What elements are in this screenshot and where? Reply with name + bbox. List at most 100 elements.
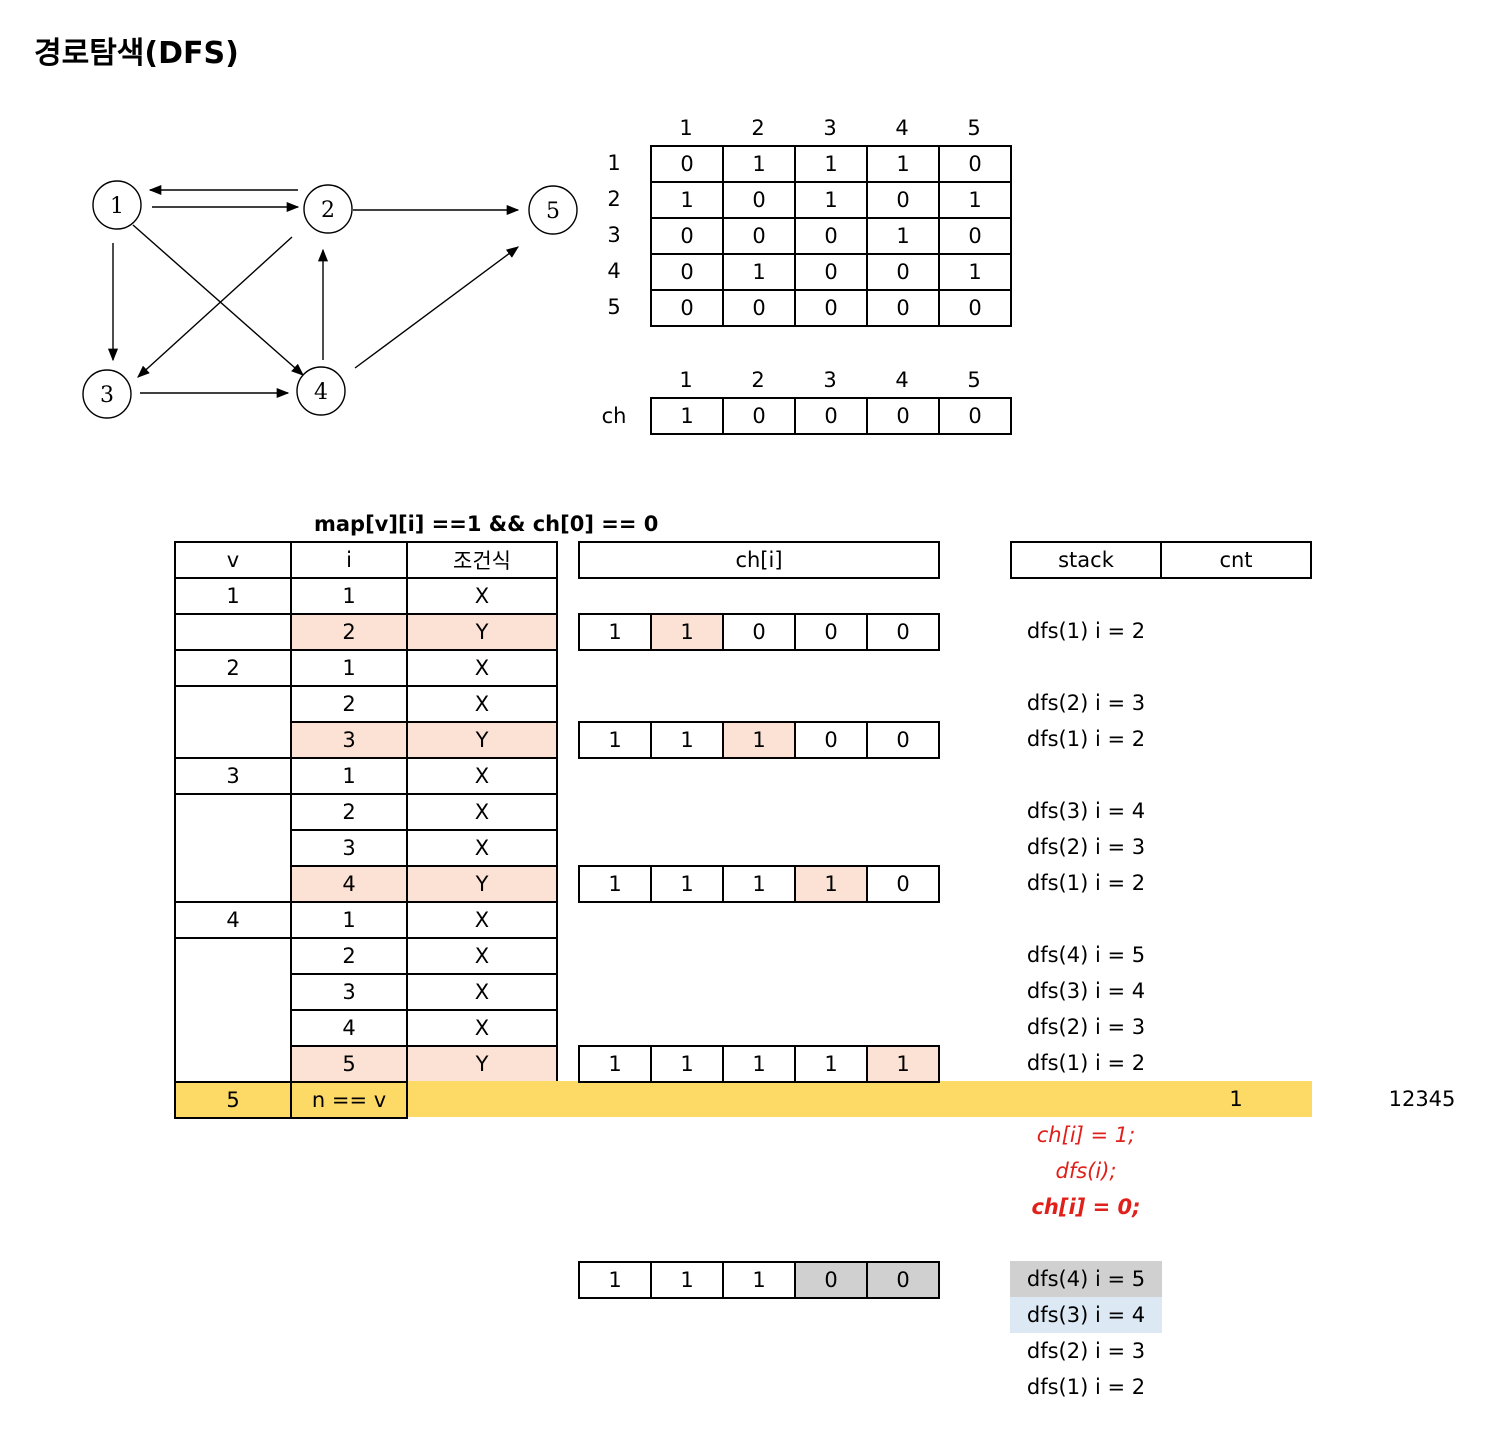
stack-line: dfs(2) i = 3 (1026, 1015, 1146, 1039)
code-line: dfs(i); (1055, 1159, 1117, 1183)
backtrack-stack-line: dfs(4) i = 5 (1010, 1261, 1162, 1297)
header-v: v (174, 541, 292, 579)
i-cell: 1 (290, 577, 408, 615)
cnt-value: 1 (1229, 1087, 1243, 1111)
matrix-cell: 0 (650, 217, 724, 255)
matrix-cell: 0 (938, 145, 1012, 183)
v-cell: 4 (174, 901, 292, 939)
ch-snapshot-cell: 1 (722, 721, 796, 759)
i-cell: 1 (290, 649, 408, 687)
matrix-cell: 1 (722, 253, 796, 291)
ch-cell: 0 (722, 397, 796, 435)
ch-snapshot-cell: 1 (650, 865, 724, 903)
matrix-cell: 0 (866, 253, 940, 291)
matrix-cell: 0 (722, 181, 796, 219)
edge-2-3 (137, 236, 293, 378)
code-line: ch[i] = 0; (1031, 1195, 1141, 1219)
condition-cell: X (406, 1009, 558, 1047)
ch-snapshot-cell: 1 (650, 1045, 724, 1083)
graph-node-1-label: 1 (110, 194, 124, 219)
ch-snapshot-cell: 1 (578, 613, 652, 651)
i-cell: 2 (290, 793, 408, 831)
code-line: ch[i] = 1; (1036, 1123, 1136, 1147)
condition-cell: X (406, 937, 558, 975)
ch-cell: 1 (650, 397, 724, 435)
matrix-col-header: 3 (823, 116, 837, 140)
matrix-cell: 0 (650, 289, 724, 327)
v-cell: 5 (174, 1081, 292, 1119)
header-stack: stack (1010, 541, 1162, 579)
condition-cell: Y (406, 613, 558, 651)
matrix-cell: 0 (722, 289, 796, 327)
graph-node-4-label: 4 (314, 380, 328, 405)
i-cell: 2 (290, 685, 408, 723)
stack-line: dfs(1) i = 2 (1026, 727, 1146, 751)
ch-snapshot-cell: 0 (866, 865, 940, 903)
ch-cell: 0 (866, 397, 940, 435)
ch-snapshot-cell: 0 (866, 613, 940, 651)
ch-snapshot-cell: 1 (722, 865, 796, 903)
ch-snapshot-cell: 0 (794, 721, 868, 759)
matrix-cell: 0 (938, 217, 1012, 255)
backtrack-stack-line: dfs(2) i = 3 (1026, 1339, 1146, 1363)
v-cell-empty (174, 685, 292, 759)
v-cell-empty (174, 937, 292, 1083)
matrix-cell: 0 (722, 217, 796, 255)
matrix-col-header: 2 (751, 116, 765, 140)
matrix-cell: 1 (794, 145, 868, 183)
matrix-row-header: 5 (607, 295, 621, 319)
backtrack-ch-cell: 0 (794, 1261, 868, 1299)
matrix-col-header: 1 (679, 116, 693, 140)
ch-snapshot-cell: 1 (578, 865, 652, 903)
backtrack-stack-line: dfs(3) i = 4 (1010, 1297, 1162, 1333)
stack-line: dfs(4) i = 5 (1026, 943, 1146, 967)
v-cell-empty (174, 613, 292, 651)
i-cell: 1 (290, 757, 408, 795)
condition-cell: X (406, 757, 558, 795)
matrix-row-header: 4 (607, 259, 621, 283)
condition-expression: map[v][i] ==1 && ch[0] == 0 (314, 512, 659, 536)
i-cell: 3 (290, 973, 408, 1011)
ch-snapshot-cell: 0 (794, 613, 868, 651)
header-cnt: cnt (1160, 541, 1312, 579)
header-i: i (290, 541, 408, 579)
matrix-cell: 1 (866, 145, 940, 183)
matrix-cell: 1 (866, 217, 940, 255)
condition-cell: Y (406, 1045, 558, 1083)
matrix-cell: 1 (794, 181, 868, 219)
graph-diagram: 1 2 5 3 4 (82, 180, 578, 419)
graph-node-2-label: 2 (321, 198, 335, 223)
matrix-cell: 1 (938, 181, 1012, 219)
v-cell: 3 (174, 757, 292, 795)
ch-col-header: 3 (823, 368, 837, 392)
graph-node-5-label: 5 (546, 199, 560, 224)
header-ch-i: ch[i] (578, 541, 940, 579)
condition-cell: X (406, 577, 558, 615)
matrix-cell: 1 (650, 181, 724, 219)
matrix-cell: 0 (794, 253, 868, 291)
stack-line: dfs(3) i = 4 (1026, 979, 1146, 1003)
i-cell: 4 (290, 1009, 408, 1047)
header-condition: 조건식 (406, 541, 558, 579)
edge-1-4 (132, 224, 304, 376)
i-cell: 5 (290, 1045, 408, 1083)
matrix-cell: 0 (794, 217, 868, 255)
matrix-col-header: 5 (967, 116, 981, 140)
ch-snapshot-cell: 1 (794, 1045, 868, 1083)
condition-cell: X (406, 685, 558, 723)
ch-col-header: 5 (967, 368, 981, 392)
matrix-cell: 0 (650, 253, 724, 291)
matrix-col-header: 4 (895, 116, 909, 140)
matrix-row-header: 1 (607, 151, 621, 175)
ch-cell: 0 (794, 397, 868, 435)
ch-snapshot-cell: 1 (722, 1045, 796, 1083)
i-cell: 2 (290, 937, 408, 975)
stack-line: dfs(1) i = 2 (1026, 871, 1146, 895)
v-cell: 2 (174, 649, 292, 687)
ch-col-header: 2 (751, 368, 765, 392)
v-cell-empty (174, 793, 292, 903)
i-cell: 1 (290, 901, 408, 939)
ch-snapshot-cell: 1 (650, 721, 724, 759)
ch-snapshot-cell: 1 (650, 613, 724, 651)
matrix-cell: 0 (866, 181, 940, 219)
